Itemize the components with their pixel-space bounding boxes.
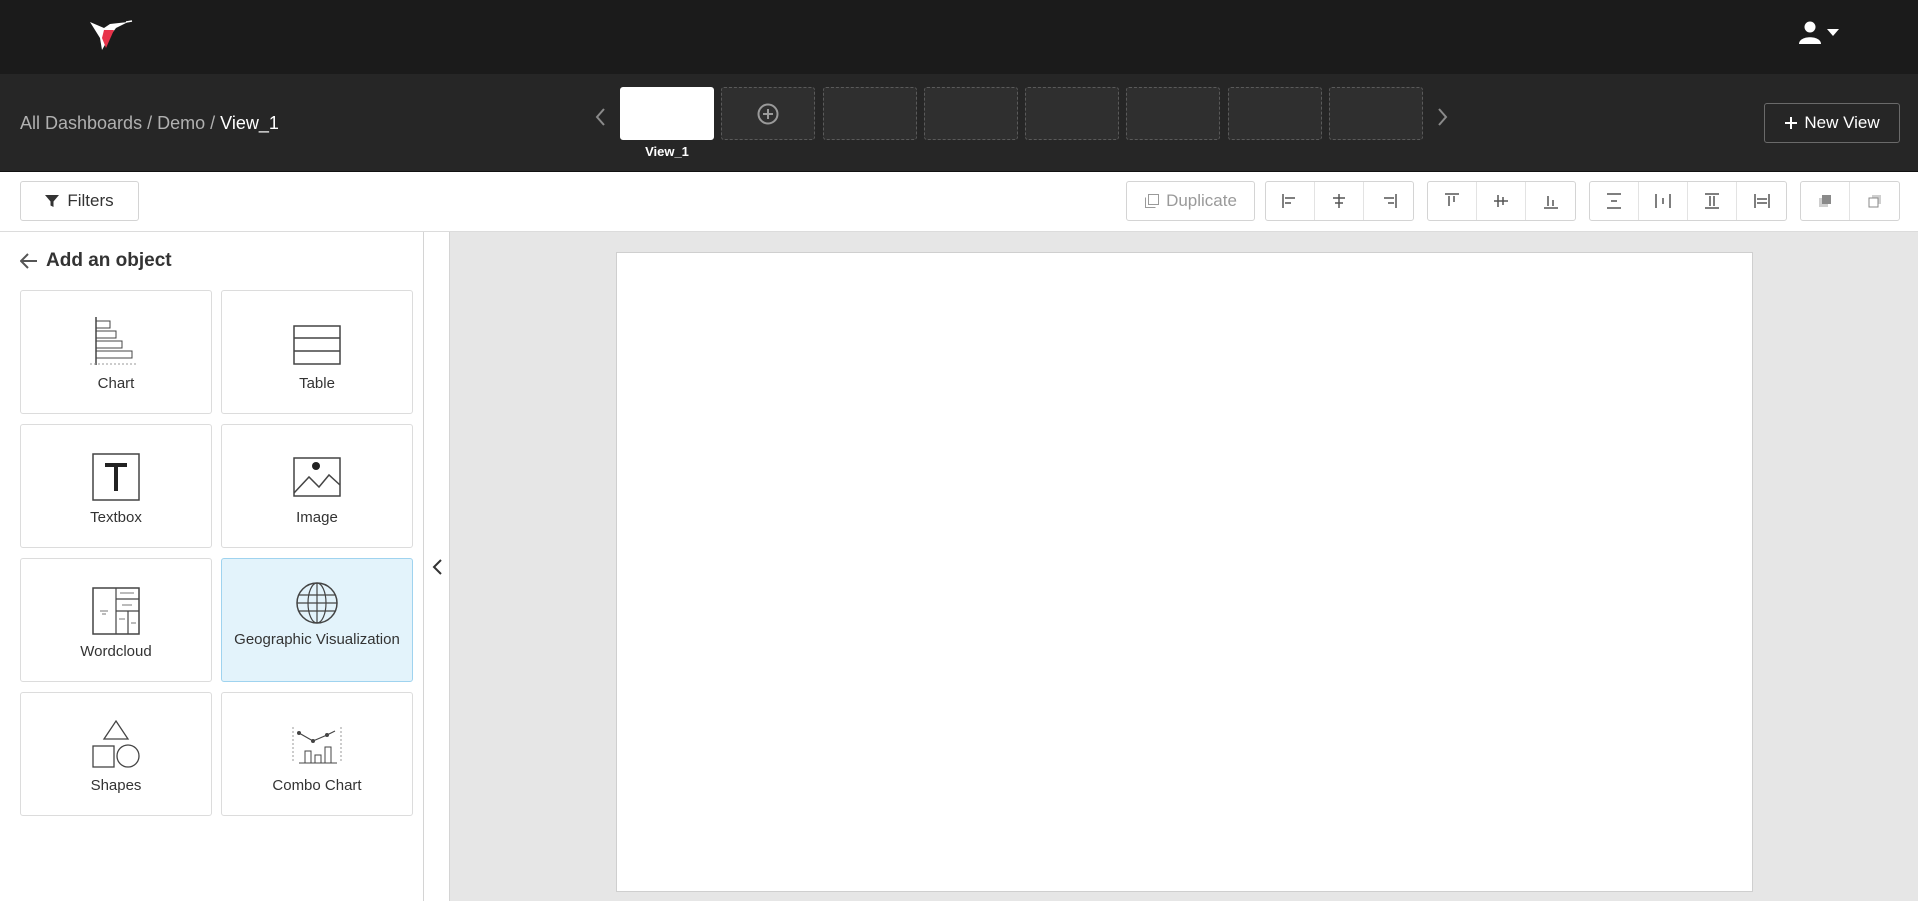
distribute-horizontal-button[interactable] bbox=[1639, 182, 1688, 220]
add-object-panel: Add an object Chart Table Textbox Image … bbox=[0, 232, 424, 901]
copy-icon bbox=[1145, 194, 1160, 208]
align-bottom-icon bbox=[1543, 196, 1558, 209]
align-left-icon bbox=[1282, 194, 1295, 208]
view-slot-empty bbox=[1025, 87, 1119, 140]
object-tile-chart[interactable]: Chart bbox=[20, 290, 212, 414]
object-label: Wordcloud bbox=[80, 643, 152, 660]
toolbar: Filters Duplicate bbox=[0, 172, 1918, 232]
filters-button[interactable]: Filters bbox=[20, 181, 139, 221]
space-horizontal-button[interactable] bbox=[1737, 182, 1786, 220]
space-horizontal-icon bbox=[1753, 194, 1770, 208]
object-tile-textbox[interactable]: Textbox bbox=[20, 424, 212, 548]
align-middle-icon bbox=[1494, 195, 1508, 207]
textbox-icon bbox=[92, 453, 140, 501]
object-tile-geographic-visualization[interactable]: Geographic Visualization bbox=[221, 558, 413, 682]
breadcrumb-all-dashboards[interactable]: All Dashboards bbox=[20, 113, 142, 133]
caret-down-icon bbox=[1827, 29, 1839, 36]
align-right-icon bbox=[1383, 194, 1397, 208]
new-view-button[interactable]: New View bbox=[1764, 103, 1900, 143]
breadcrumb-current-view: View_1 bbox=[220, 113, 279, 133]
space-vertical-icon bbox=[1705, 193, 1719, 209]
hummingbird-logo-icon[interactable] bbox=[88, 16, 134, 56]
object-tile-table[interactable]: Table bbox=[221, 290, 413, 414]
send-to-back-icon bbox=[1868, 195, 1881, 208]
align-top-button[interactable] bbox=[1428, 182, 1477, 220]
breadcrumb-separator: / bbox=[210, 113, 216, 133]
view-slot-empty bbox=[924, 87, 1018, 140]
duplicate-button[interactable]: Duplicate bbox=[1126, 181, 1255, 221]
arrow-left-icon[interactable] bbox=[20, 253, 38, 269]
object-label: Table bbox=[299, 375, 335, 392]
distribute-group bbox=[1589, 181, 1787, 221]
object-tile-wordcloud[interactable]: Wordcloud bbox=[20, 558, 212, 682]
distribute-horizontal-icon bbox=[1655, 194, 1671, 208]
plus-circle-icon bbox=[757, 103, 779, 124]
align-left-button[interactable] bbox=[1266, 182, 1315, 220]
user-icon bbox=[1799, 21, 1821, 44]
breadcrumb: All Dashboards / Demo / View_1 bbox=[20, 113, 279, 134]
filters-label: Filters bbox=[67, 191, 114, 210]
horizontal-align-group bbox=[1265, 181, 1414, 221]
object-label: Shapes bbox=[90, 777, 142, 794]
distribute-vertical-button[interactable] bbox=[1590, 182, 1639, 220]
duplicate-label: Duplicate bbox=[1166, 191, 1237, 210]
view-thumbnail-label: View_1 bbox=[645, 144, 689, 159]
object-label: Chart bbox=[97, 375, 135, 392]
view-slot-empty bbox=[1329, 87, 1423, 140]
plus-icon bbox=[1785, 117, 1798, 129]
align-top-icon bbox=[1445, 193, 1459, 206]
table-icon bbox=[293, 325, 341, 365]
object-label: Combo Chart bbox=[272, 777, 362, 794]
layer-group bbox=[1800, 181, 1900, 221]
align-middle-button[interactable] bbox=[1477, 182, 1526, 220]
canvas-area bbox=[450, 232, 1918, 901]
object-tile-image[interactable]: Image bbox=[221, 424, 413, 548]
breadcrumb-demo[interactable]: Demo bbox=[157, 113, 205, 133]
dashboard-canvas[interactable] bbox=[616, 252, 1753, 892]
view-slot-empty bbox=[1126, 87, 1220, 140]
image-icon bbox=[293, 457, 341, 497]
chevron-right-icon[interactable] bbox=[1437, 107, 1449, 133]
object-label: Textbox bbox=[90, 509, 142, 526]
panel-title: Add an object bbox=[46, 250, 172, 271]
object-label: Image bbox=[296, 509, 338, 526]
new-view-label: New View bbox=[1804, 113, 1880, 132]
bar-chart-icon bbox=[90, 317, 138, 365]
distribute-vertical-icon bbox=[1607, 193, 1621, 209]
user-menu[interactable] bbox=[1798, 20, 1840, 44]
view-slot-empty bbox=[1228, 87, 1322, 140]
chevron-left-icon[interactable] bbox=[594, 107, 606, 133]
filter-icon bbox=[45, 195, 60, 207]
collapse-panel-button[interactable] bbox=[424, 232, 450, 901]
space-vertical-button[interactable] bbox=[1688, 182, 1737, 220]
send-to-back-button[interactable] bbox=[1850, 182, 1899, 220]
align-center-icon bbox=[1333, 194, 1345, 208]
shapes-icon bbox=[92, 719, 140, 768]
align-bottom-button[interactable] bbox=[1526, 182, 1575, 220]
align-center-button[interactable] bbox=[1315, 182, 1364, 220]
breadcrumb-separator: / bbox=[147, 113, 153, 133]
view-bar: All Dashboards / Demo / View_1 View_1 Ne… bbox=[0, 74, 1918, 172]
add-view-thumbnail[interactable] bbox=[721, 87, 815, 140]
panel-header: Add an object bbox=[20, 250, 172, 272]
bring-to-front-button[interactable] bbox=[1801, 182, 1850, 220]
object-tile-combo-chart[interactable]: Combo Chart bbox=[221, 692, 413, 816]
globe-icon bbox=[296, 582, 338, 624]
vertical-align-group bbox=[1427, 181, 1576, 221]
view-slot-empty bbox=[823, 87, 917, 140]
combo-chart-icon bbox=[292, 727, 342, 764]
wordcloud-icon bbox=[92, 587, 140, 635]
object-label: Geographic Visualization bbox=[234, 631, 400, 648]
bring-to-front-icon bbox=[1819, 195, 1831, 207]
top-bar bbox=[0, 0, 1918, 74]
object-tile-shapes[interactable]: Shapes bbox=[20, 692, 212, 816]
chevron-left-icon bbox=[432, 558, 442, 575]
align-right-button[interactable] bbox=[1364, 182, 1413, 220]
view-thumbnail-active[interactable] bbox=[620, 87, 714, 140]
